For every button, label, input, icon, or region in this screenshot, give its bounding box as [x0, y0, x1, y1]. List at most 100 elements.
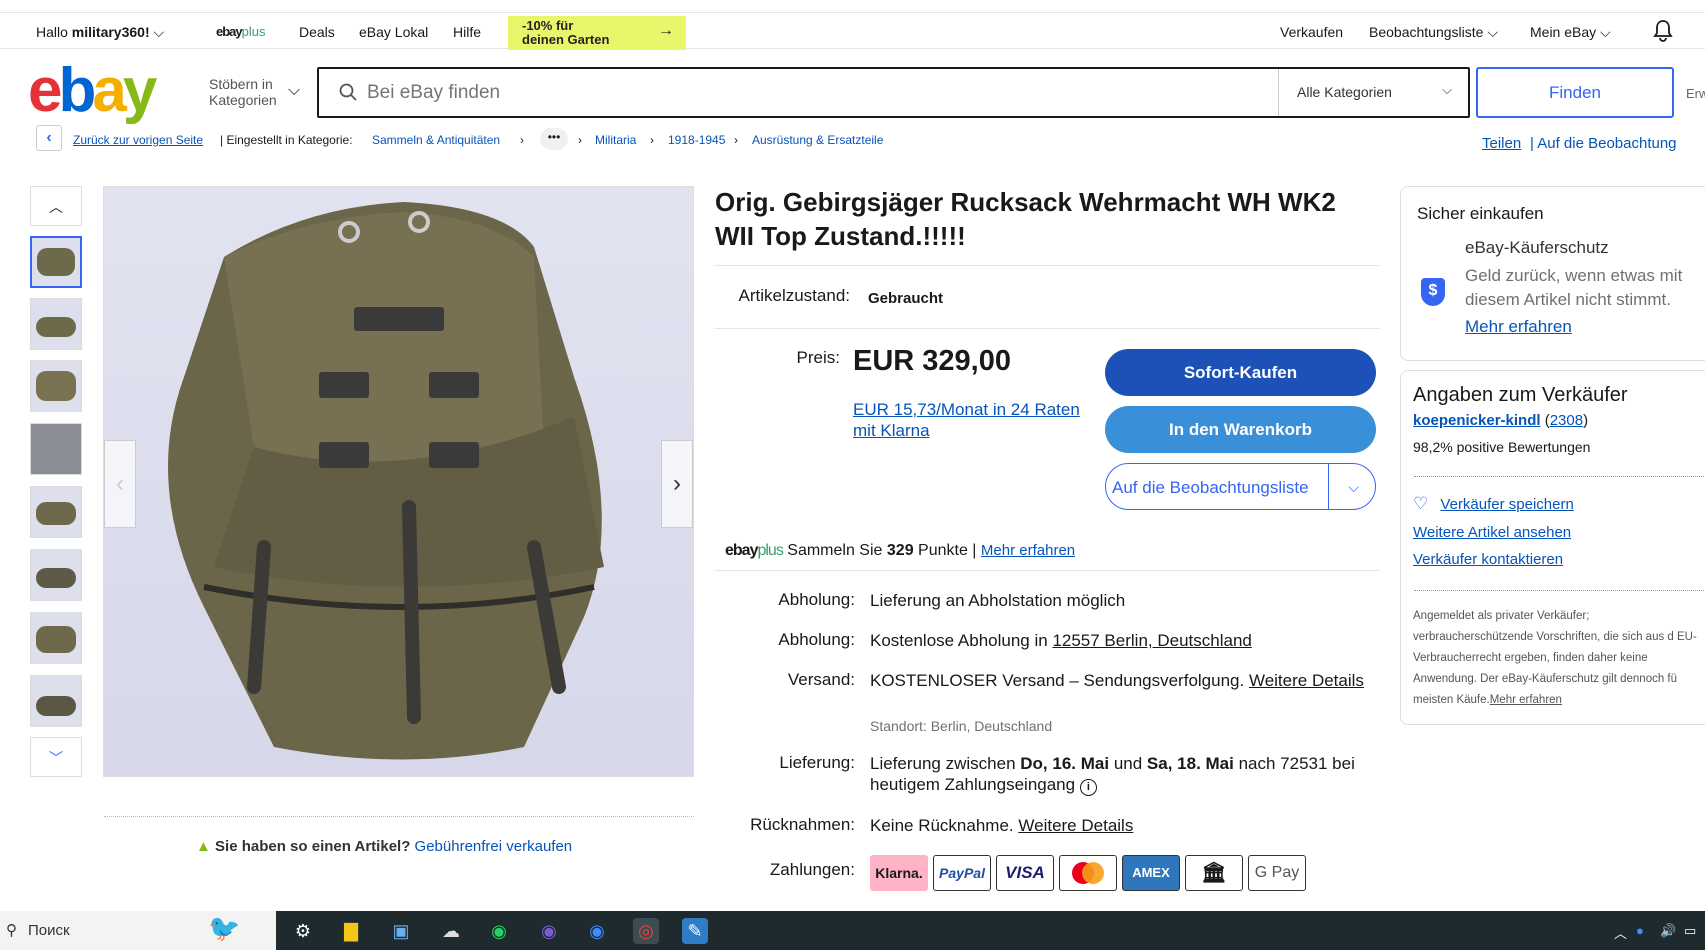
backpack-image	[36, 696, 76, 716]
klarna-installments-link[interactable]: EUR 15,73/Monat in 24 Raten mit Klarna	[853, 399, 1093, 441]
network-icon[interactable]: ●	[1636, 923, 1644, 938]
add-to-cart-button[interactable]: In den Warenkorb	[1105, 406, 1376, 453]
divider	[715, 328, 1380, 329]
save-seller-link[interactable]: Verkäufer speichern	[1440, 496, 1573, 513]
ebayplus-points: ebayplus Sammeln Sie 329 Punkte | Mehr e…	[725, 542, 1075, 560]
seller-name-link[interactable]: koepenicker-kindl	[1413, 412, 1541, 429]
more-dots-icon[interactable]: •••	[540, 128, 568, 150]
tray-chevron-up-icon[interactable]: ︿	[1614, 923, 1627, 942]
display-icon[interactable]: ▭	[1684, 923, 1696, 939]
cloud-app-icon[interactable]: ☁	[438, 918, 464, 944]
chrome-icon[interactable]: ◎	[633, 918, 659, 944]
bank-transfer-icon: 🏛	[1185, 855, 1243, 891]
add-to-watchlist-button[interactable]: Auf die Beobachtungsliste ⌵	[1105, 463, 1376, 510]
thumbnails-down-button[interactable]: ﹀	[30, 737, 82, 777]
browse-line2: Kategorien	[209, 92, 277, 108]
thumbnails-up-button[interactable]: ︿	[30, 186, 82, 226]
viber-icon[interactable]: ◉	[536, 918, 562, 944]
thumbnail-7[interactable]	[30, 612, 82, 664]
breadcrumb-item-militaria[interactable]: Militaria	[595, 133, 636, 147]
ebayplus-link[interactable]: ebayplus	[216, 24, 266, 39]
private-seller-more-link[interactable]: Mehr erfahren	[1490, 694, 1562, 706]
file-explorer-icon[interactable]: ▇	[338, 918, 364, 944]
divider	[1328, 464, 1329, 509]
volume-icon[interactable]: 🔊	[1660, 923, 1676, 939]
backpack-image	[36, 567, 76, 588]
watchlist-menu[interactable]: Beobachtungsliste ⌵	[1369, 24, 1498, 41]
search-input[interactable]	[367, 79, 1267, 107]
garden-promo-banner[interactable]: -10% für deinen Garten →	[508, 16, 686, 50]
ebay-lokal-link[interactable]: eBay Lokal	[359, 24, 428, 40]
buyer-protection-more-link[interactable]: Mehr erfahren	[1465, 317, 1572, 337]
watch-link[interactable]: | Auf die Beobachtung	[1530, 135, 1677, 152]
pickup-label: Abholung:	[778, 590, 855, 609]
condition-label: Artikelzustand:	[738, 286, 851, 305]
previous-image-button[interactable]: ‹	[104, 440, 136, 528]
pickup-location-link[interactable]: 12557 Berlin, Deutschland	[1052, 631, 1251, 650]
advanced-search-link[interactable]: Erw	[1686, 86, 1705, 101]
chevron-down-icon[interactable]: ⌵	[1348, 464, 1359, 511]
thumbnail-6[interactable]	[30, 549, 82, 601]
seller-name-row: koepenicker-kindl (2308)	[1413, 412, 1588, 429]
buy-now-button[interactable]: Sofort-Kaufen	[1105, 349, 1376, 396]
ebayplus-logo: ebayplus	[725, 542, 784, 559]
pickup-station-text: Lieferung an Abholstation möglich	[870, 591, 1126, 610]
thumbnail-3[interactable]	[30, 360, 82, 412]
help-link[interactable]: Hilfe	[453, 24, 481, 40]
returns-text: Keine Rücknahme. Weitere Details	[870, 815, 1380, 836]
control-panel-icon[interactable]: ▣	[388, 918, 414, 944]
taskbar-search[interactable]: ⚲ Поиск 🐦	[0, 911, 276, 950]
private-seller-note: Angemeldet als privater Verkäufer; verbr…	[1413, 606, 1705, 716]
greeting[interactable]: Hallo military360! ⌵	[36, 24, 164, 41]
free-pickup-text: Kostenlose Abholung in 12557 Berlin, Deu…	[870, 630, 1380, 651]
returns-value: Keine Rücknahme.	[870, 816, 1014, 835]
taskbar-search-text: Поиск	[28, 922, 70, 939]
sell-similar-note: ▲ Sie haben so einen Artikel? Gebührenfr…	[196, 838, 572, 855]
app-icon[interactable]: ✎	[682, 918, 708, 944]
chevron-down-icon[interactable]: ⌵	[288, 82, 300, 100]
sell-free-link[interactable]: Gebührenfrei verkaufen	[415, 838, 573, 855]
deals-link[interactable]: Deals	[299, 24, 335, 40]
top-navigation: Hallo military360! ⌵ ebayplus Deals eBay…	[0, 12, 1705, 50]
whatsapp-icon[interactable]: ◉	[486, 918, 512, 944]
notification-bell-icon[interactable]	[1652, 19, 1674, 46]
ebay-logo[interactable]: ebay	[28, 60, 157, 122]
klarna-payment-icon: Klarna.	[870, 855, 928, 891]
thumbnail-8[interactable]	[30, 675, 82, 727]
thumbnail-4[interactable]	[30, 423, 82, 475]
find-button[interactable]: Finden	[1476, 67, 1674, 118]
share-link[interactable]: Teilen	[1482, 135, 1521, 152]
seller-score-link[interactable]: 2308	[1550, 412, 1583, 429]
divider	[1414, 476, 1705, 477]
thumbnail-5[interactable]	[30, 486, 82, 538]
save-seller-row[interactable]: ♡ Verkäufer speichern	[1413, 494, 1574, 514]
breadcrumb-item-equipment[interactable]: Ausrüstung & Ersatzteile	[752, 133, 883, 147]
settings-gear-icon[interactable]: ⚙	[290, 918, 316, 944]
back-link[interactable]: Zurück zur vorigen Seite	[73, 133, 203, 147]
messenger-icon[interactable]: ◉	[584, 918, 610, 944]
browse-categories[interactable]: Stöbern in Kategorien	[209, 76, 277, 108]
more-items-link[interactable]: Weitere Artikel ansehen	[1413, 524, 1571, 541]
my-ebay-menu[interactable]: Mein eBay ⌵	[1530, 24, 1611, 41]
points-text-2: Punkte |	[918, 542, 977, 559]
next-image-button[interactable]: ›	[661, 440, 693, 528]
contact-seller-link[interactable]: Verkäufer kontaktieren	[1413, 551, 1563, 568]
thumbnail-1[interactable]	[30, 236, 82, 288]
back-arrow-icon[interactable]: ‹	[36, 125, 62, 151]
info-icon[interactable]: i	[1079, 779, 1097, 796]
returns-details-link[interactable]: Weitere Details	[1018, 816, 1133, 835]
delivery-date-start: Do, 16. Mai	[1020, 754, 1110, 773]
condition-value: Gebraucht	[868, 290, 944, 307]
main-product-image[interactable]: ‹ ›	[103, 186, 694, 777]
breadcrumb-item-1918-1945[interactable]: 1918-1945	[668, 133, 725, 147]
category-select-value: Alle Kategorien	[1297, 84, 1392, 100]
payments-label: Zahlungen:	[769, 860, 855, 879]
category-select[interactable]: Alle Kategorien ⌵	[1278, 69, 1468, 116]
thumbnail-2[interactable]	[30, 298, 82, 350]
sell-link[interactable]: Verkaufen	[1280, 24, 1343, 40]
breadcrumb-item-collecting[interactable]: Sammeln & Antiquitäten	[372, 133, 500, 147]
points-more-link[interactable]: Mehr erfahren	[981, 542, 1075, 559]
paypal-payment-icon: PayPal	[933, 855, 991, 891]
shipping-value: KOSTENLOSER Versand – Sendungsverfolgung…	[870, 671, 1245, 690]
shipping-details-link[interactable]: Weitere Details	[1249, 671, 1364, 690]
